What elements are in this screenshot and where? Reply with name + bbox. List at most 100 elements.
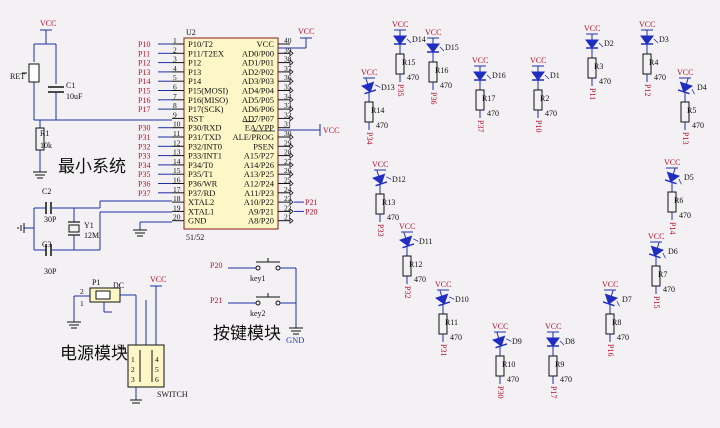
led-res-ref: R16: [435, 66, 448, 75]
led-res-value: 470: [450, 333, 462, 342]
led-ref: D1: [550, 71, 560, 80]
mcu-left-pin-num: 5: [173, 73, 177, 82]
led-net-label: P33: [376, 224, 385, 236]
led-res-ref: R9: [555, 360, 564, 369]
led-res-ref: R3: [594, 62, 603, 71]
p1-pin-1: 1: [80, 299, 84, 308]
led-vcc-label: VCC: [677, 68, 693, 77]
min-system-title: 最小系统: [58, 157, 126, 177]
led-vcc-label: VCC: [435, 280, 451, 289]
led-res-value: 470: [692, 121, 704, 130]
mcu-left-pin-num: 11: [173, 129, 180, 138]
led-res-ref: R15: [402, 58, 415, 67]
key2-label: key2: [250, 309, 266, 318]
led-net-label: P32: [403, 286, 412, 298]
led-ref: D14: [412, 35, 426, 44]
led-vcc-label: VCC: [372, 160, 388, 169]
mcu-left-pin-num: 16: [173, 176, 181, 185]
led-vcc-label: VCC: [664, 158, 680, 167]
led-vcc-label: VCC: [425, 28, 441, 37]
c3-ref: C3: [42, 240, 51, 249]
c1-value: 10uF: [66, 92, 83, 101]
c3-value: 30P: [44, 267, 57, 276]
sw-pin-2: 2: [131, 365, 135, 374]
led-res-ref: R17: [482, 94, 495, 103]
led-res-value: 470: [663, 285, 675, 294]
mcu-left-net-label: P11: [138, 49, 150, 58]
key1-net: P20: [210, 261, 222, 270]
led-net-label: P13: [681, 132, 690, 144]
mcu-left-pin-num: 8: [173, 101, 177, 110]
led-ref: D16: [492, 71, 506, 80]
led-ref: D5: [684, 173, 694, 182]
mcu-right-pin-num: 31: [284, 120, 292, 129]
sw-pin-1: 1: [131, 355, 135, 364]
mcu-left-pin-num: 4: [173, 64, 177, 73]
led-ref: D12: [392, 175, 406, 184]
schematic-canvas: U2 51/52 P10/T21P10P11/T2EX2P11P123P12P1…: [0, 0, 720, 428]
led-net-label: P15: [652, 296, 661, 308]
mcu-left-net-label: P17: [138, 105, 150, 114]
r1-value: 10k: [40, 141, 52, 150]
reset-button: [28, 63, 40, 83]
switch-label: SWITCH: [157, 390, 188, 399]
mcu-left-net-label: P32: [138, 142, 150, 151]
led-res-value: 470: [487, 109, 499, 118]
led-net-label: P37: [476, 120, 485, 132]
mcu-right-pin-name: A8/P20: [248, 216, 274, 226]
mcu-right-pin-num: 40: [284, 36, 292, 45]
y1-value: 12M: [84, 231, 99, 240]
key-title: 按键模块: [213, 324, 281, 344]
mcu-ref: U2: [186, 28, 196, 37]
mcu-left-net-label: P14: [138, 77, 150, 86]
led-ref: D13: [381, 83, 395, 92]
led-net-label: P31: [439, 344, 448, 356]
led-res-ref: R5: [687, 106, 696, 115]
led-vcc-label: VCC: [399, 222, 415, 231]
vcc-label-mcu: VCC: [298, 27, 314, 36]
led-res-ref: R10: [502, 360, 515, 369]
led-res-value: 470: [414, 275, 426, 284]
led-res-ref: R12: [409, 260, 422, 269]
led-ref: D3: [659, 35, 669, 44]
led-res-value: 470: [560, 375, 572, 384]
led-vcc-label: VCC: [639, 20, 655, 29]
mcu-left-pin-num: 9: [173, 110, 177, 119]
mcu-right-net-label: P20: [305, 207, 317, 216]
mcu-left-pin-num: 14: [173, 157, 181, 166]
mcu-left-net-label: P33: [138, 152, 150, 161]
sw-pin-6: 6: [155, 375, 159, 384]
mcu-left-net-label: P15: [138, 87, 150, 96]
led-vcc-label: VCC: [492, 322, 508, 331]
led-vcc-label: VCC: [584, 24, 600, 33]
led-vcc-label: VCC: [530, 56, 546, 65]
sw-pin-3: 3: [131, 375, 135, 384]
key2-net: P21: [210, 296, 222, 305]
led-ref: D9: [512, 337, 522, 346]
led-res-ref: R2: [540, 94, 549, 103]
gnd-label: GND: [286, 335, 304, 345]
mcu-left-net-label: P16: [138, 96, 150, 105]
p1-pin-2: 2: [80, 287, 84, 296]
mcu-left-pin-num: 6: [173, 83, 177, 92]
led-net-label: P34: [365, 132, 374, 144]
led-res-value: 470: [679, 211, 691, 220]
r1-ref: R1: [40, 129, 49, 138]
vcc-label-ea: VCC: [323, 126, 339, 135]
led-net-label: P10: [534, 120, 543, 132]
vcc-label-power: VCC: [150, 275, 166, 284]
led-res-value: 470: [654, 73, 666, 82]
led-vcc-label: VCC: [361, 68, 377, 77]
led-ref: D7: [622, 295, 632, 304]
led-res-value: 470: [376, 121, 388, 130]
led-ref: D10: [455, 295, 469, 304]
mcu-left-pin-num: 3: [173, 55, 177, 64]
led-res-ref: R8: [612, 318, 621, 327]
led-res-ref: R4: [649, 58, 658, 67]
led-ref: D11: [419, 237, 432, 246]
mcu-left-pin-num: 17: [173, 185, 181, 194]
led-net-label: P12: [643, 84, 652, 96]
c1-ref: C1: [66, 81, 75, 90]
mcu-left-pin-num: 18: [173, 194, 181, 203]
led-res-ref: R13: [382, 198, 395, 207]
